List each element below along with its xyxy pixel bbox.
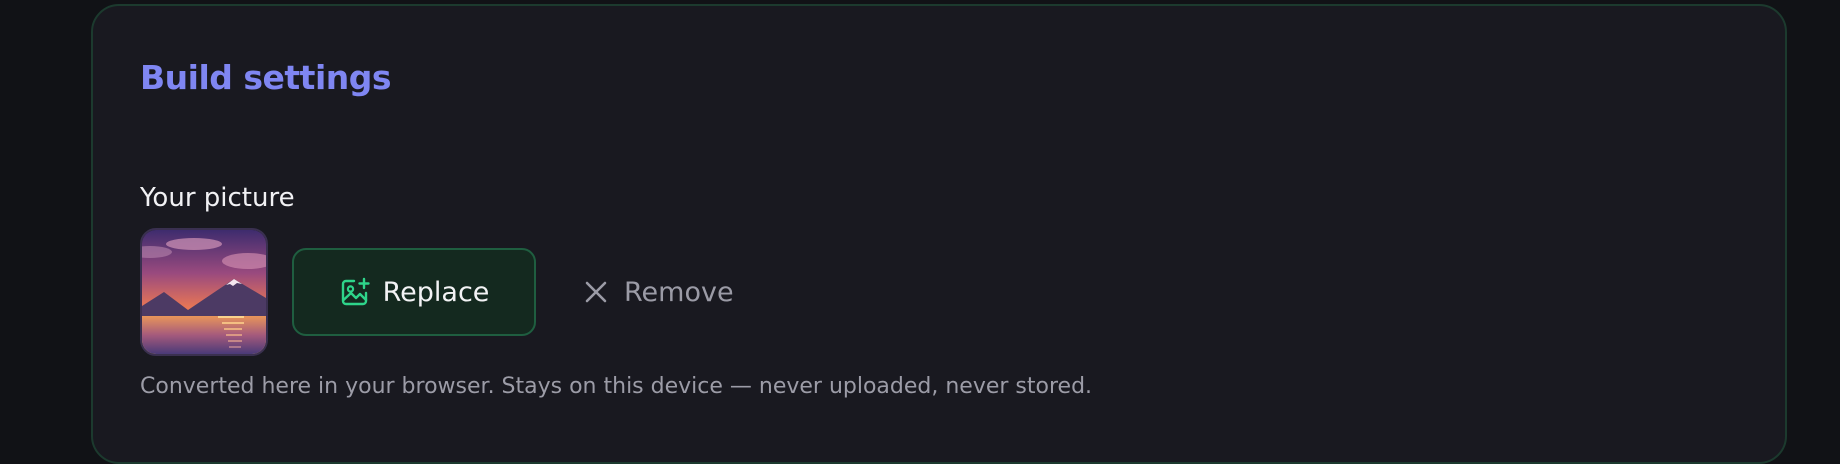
picture-thumbnail bbox=[140, 228, 268, 356]
privacy-help-text: Converted here in your browser. Stays on… bbox=[140, 374, 1093, 399]
image-add-icon bbox=[341, 277, 370, 306]
close-icon bbox=[585, 281, 607, 303]
section-title: Build settings bbox=[140, 58, 392, 97]
replace-button[interactable]: Replace bbox=[292, 248, 536, 336]
remove-button[interactable]: Remove bbox=[582, 268, 734, 316]
replace-button-label: Replace bbox=[382, 276, 490, 308]
sunset-mountain-image bbox=[142, 230, 266, 354]
remove-button-label: Remove bbox=[624, 276, 734, 308]
picture-label: Your picture bbox=[140, 183, 295, 213]
